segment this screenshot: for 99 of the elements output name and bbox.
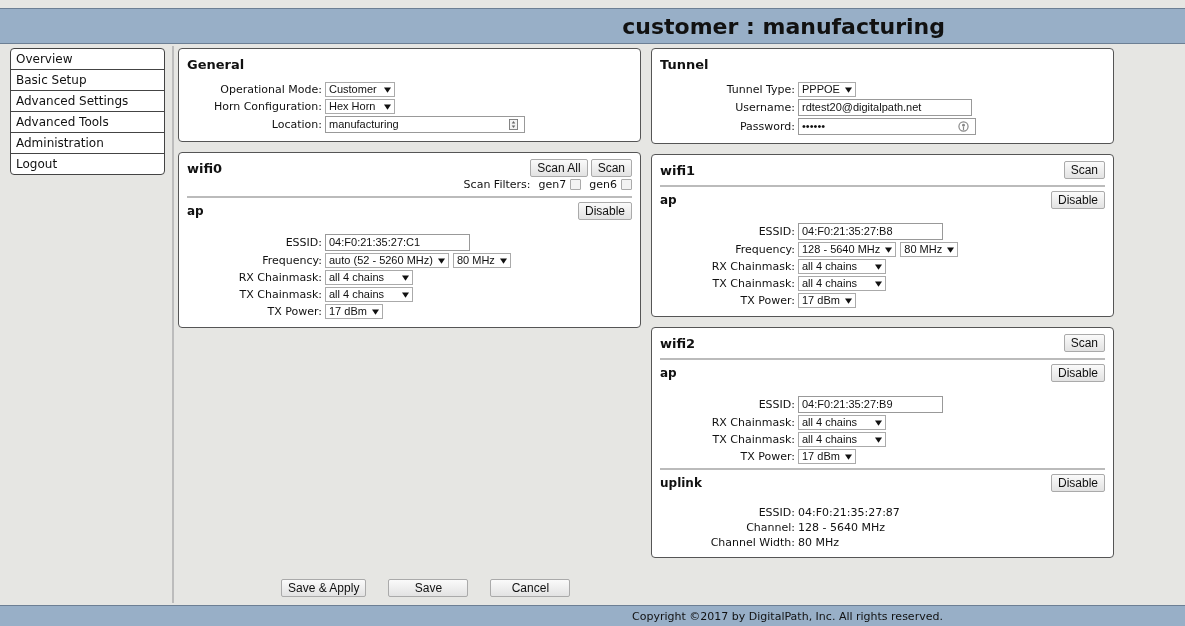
form-fill-icon	[509, 119, 518, 130]
section-title: uplink	[660, 475, 702, 490]
scan-button[interactable]: Scan	[590, 159, 632, 177]
sidebar-item[interactable]: Advanced Tools	[11, 112, 164, 133]
filter-label: gen6	[589, 178, 617, 191]
input-field[interactable]: rdtest20@digitalpath.net	[798, 99, 972, 116]
panel-title: General	[187, 56, 245, 72]
action-button[interactable]: Save & Apply	[281, 579, 367, 597]
field-label: Channel:	[745, 521, 795, 534]
panel-title: wifi0	[187, 160, 223, 176]
caret-icon	[437, 257, 445, 264]
dropdown[interactable]: all 4 chains	[798, 276, 886, 291]
password-field[interactable]: ••••••	[798, 118, 976, 135]
dropdown[interactable]: all 4 chains	[798, 259, 886, 274]
dropdown[interactable]: auto (52 - 5260 MHz)	[325, 253, 449, 268]
panel-title: Tunnel	[660, 56, 709, 72]
dropdown[interactable]: 17 dBm	[325, 304, 383, 319]
field-label: TX Power:	[266, 305, 322, 318]
caret-icon	[845, 297, 852, 304]
sidebar-item[interactable]: Overview	[11, 49, 164, 70]
field-label: Tunnel Type:	[725, 83, 795, 96]
caret-icon	[384, 86, 391, 93]
section-title: ap	[660, 365, 677, 380]
field-label: Horn Configuration:	[212, 100, 322, 113]
field-label: Channel Width:	[709, 536, 795, 549]
section-title: ap	[660, 192, 677, 207]
sidebar-item[interactable]: Administration	[11, 133, 164, 154]
caret-icon	[384, 103, 391, 110]
field-label: TX Chainmask:	[711, 277, 795, 290]
dropdown[interactable]: all 4 chains	[325, 270, 413, 285]
sidebar-item[interactable]: Advanced Settings	[11, 91, 164, 112]
field-label: TX Power:	[739, 450, 795, 463]
dropdown[interactable]: Hex Horn	[325, 99, 395, 114]
field-label: Frequency:	[734, 243, 795, 256]
section-title: ap	[187, 203, 204, 218]
field-label: TX Power:	[739, 294, 795, 307]
dropdown[interactable]: 17 dBm	[798, 293, 856, 308]
caret-icon	[372, 308, 379, 315]
dropdown[interactable]: 17 dBm	[798, 449, 856, 464]
field-label: RX Chainmask:	[710, 416, 795, 429]
caret-icon	[875, 263, 882, 270]
scan-button[interactable]: Scan All	[530, 159, 588, 177]
field-label: ESSID:	[757, 506, 795, 519]
field-label: TX Chainmask:	[238, 288, 322, 301]
caret-icon	[844, 86, 852, 93]
field-value: 04:F0:21:35:27:87	[798, 506, 900, 519]
dropdown[interactable]: Customer	[325, 82, 395, 97]
caret-icon	[402, 274, 409, 281]
caret-icon	[499, 257, 507, 264]
caret-icon	[947, 246, 955, 253]
disable-button[interactable]: Disable	[1050, 474, 1105, 492]
field-value: 80 MHz	[798, 536, 840, 549]
field-label: ESSID:	[757, 225, 795, 238]
checkbox[interactable]	[570, 179, 582, 190]
page-title: customer : manufacturing	[622, 13, 945, 39]
panel-title: wifi2	[660, 335, 696, 351]
sidebar-item[interactable]: Logout	[11, 154, 164, 174]
caret-icon	[885, 246, 893, 253]
filter-label: gen7	[538, 178, 567, 191]
dropdown[interactable]: PPPOE	[798, 82, 856, 97]
filters-label: Scan Filters:	[463, 178, 531, 191]
disable-button[interactable]: Disable	[1050, 191, 1105, 209]
field-label: Password:	[738, 120, 795, 133]
caret-icon	[402, 291, 409, 298]
field-label: RX Chainmask:	[237, 271, 322, 284]
field-label: Username:	[734, 101, 795, 114]
field-value: 128 - 5640 MHz	[798, 521, 885, 534]
field-label: Operational Mode:	[219, 83, 322, 96]
action-button[interactable]: Cancel	[490, 579, 571, 597]
action-button[interactable]: Save	[388, 579, 469, 597]
disable-button[interactable]: Disable	[577, 202, 632, 220]
caret-icon	[875, 436, 882, 443]
dropdown[interactable]: all 4 chains	[325, 287, 413, 302]
field-label: ESSID:	[284, 236, 322, 249]
input-field[interactable]: 04:F0:21:35:27:B9	[798, 396, 943, 413]
checkbox[interactable]	[621, 179, 632, 190]
input-field[interactable]: 04:F0:21:35:27:B8	[798, 223, 943, 240]
dropdown[interactable]: 80 MHz	[900, 242, 959, 257]
dropdown[interactable]: all 4 chains	[798, 432, 886, 447]
field-label: ESSID:	[757, 398, 795, 411]
input-field[interactable]: 04:F0:21:35:27:C1	[325, 234, 470, 251]
input-field[interactable]: manufacturing	[325, 116, 525, 133]
panel-title: wifi1	[660, 162, 696, 178]
key-icon	[958, 121, 969, 132]
copyright-text: Copyright ©2017 by DigitalPath, Inc. All rights reserved.	[632, 609, 943, 623]
field-label: RX Chainmask:	[710, 260, 795, 273]
dropdown[interactable]: 128 - 5640 MHz	[798, 242, 897, 257]
scan-button[interactable]: Scan	[1063, 334, 1105, 352]
sidebar-item[interactable]: Basic Setup	[11, 70, 164, 91]
caret-icon	[845, 453, 852, 460]
field-label: TX Chainmask:	[711, 433, 795, 446]
scan-button[interactable]: Scan	[1063, 161, 1105, 179]
caret-icon	[875, 419, 882, 426]
field-label: Location:	[270, 118, 322, 131]
dropdown[interactable]: 80 MHz	[452, 253, 511, 268]
disable-button[interactable]: Disable	[1050, 364, 1105, 382]
caret-icon	[875, 280, 882, 287]
dropdown[interactable]: all 4 chains	[798, 415, 886, 430]
field-label: Frequency:	[261, 254, 322, 267]
